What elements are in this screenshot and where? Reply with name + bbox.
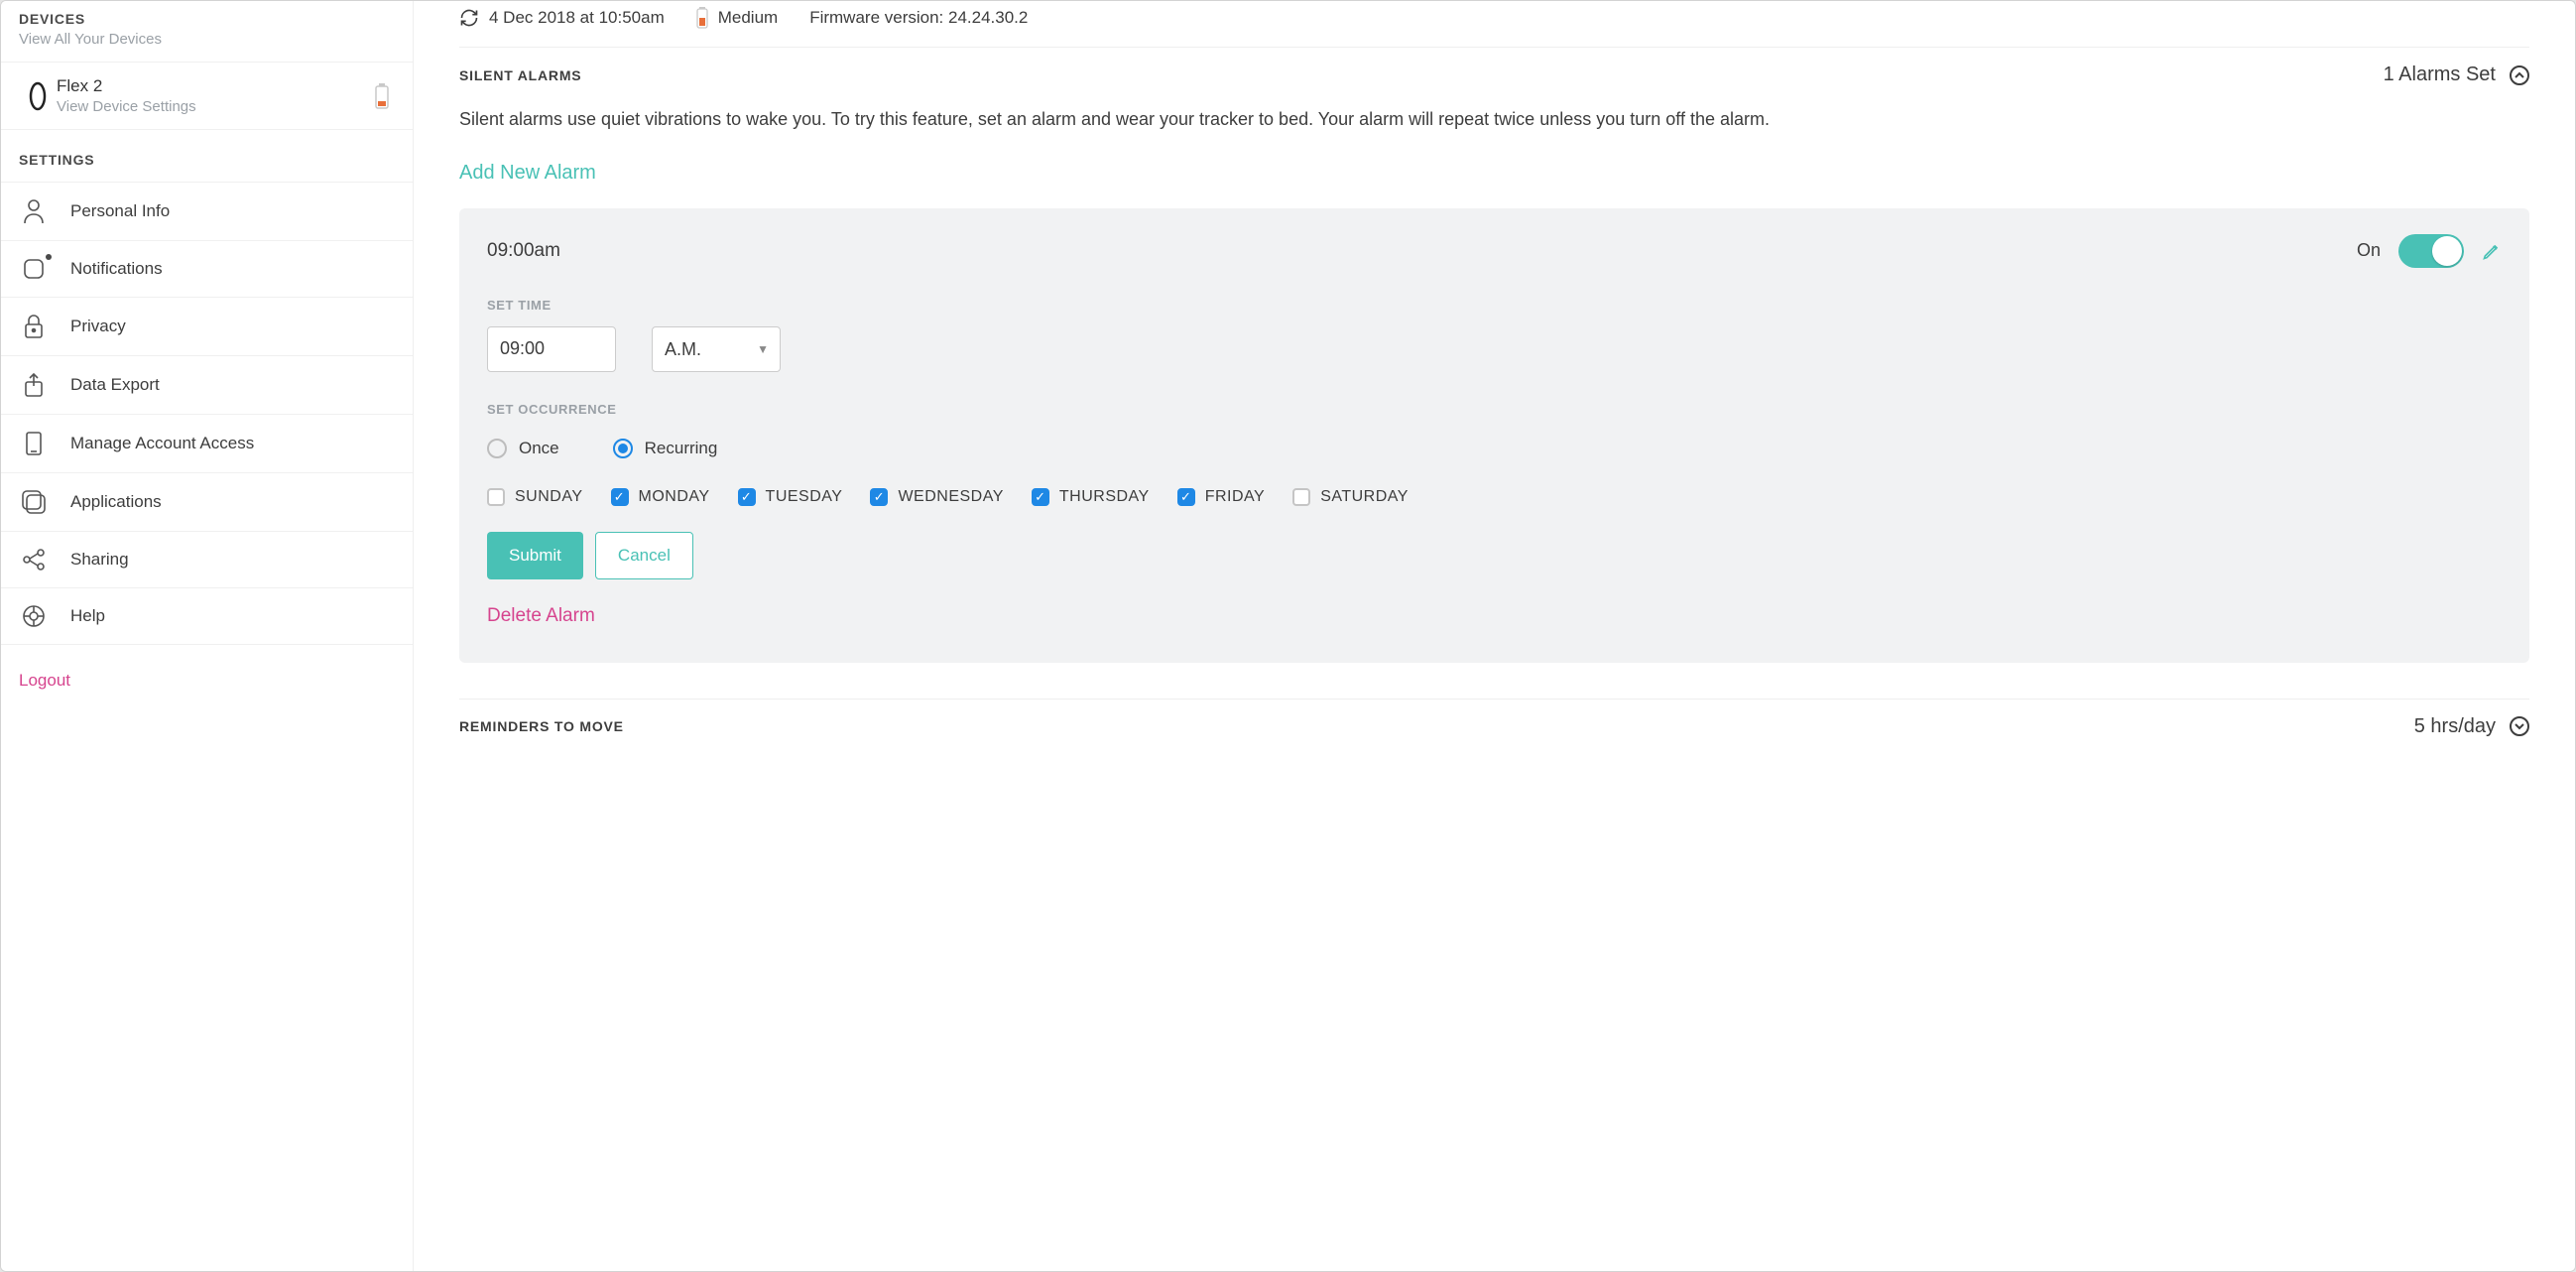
silent-alarms-header: SILENT ALARMS 1 Alarms Set xyxy=(459,47,2529,86)
sidebar-item-label: Sharing xyxy=(70,550,129,570)
device-row-flex2[interactable]: Flex 2 View Device Settings xyxy=(1,62,413,130)
firmware-version: Firmware version: 24.24.30.2 xyxy=(809,8,1028,28)
alarms-count: 1 Alarms Set xyxy=(2384,64,2496,86)
day-sunday[interactable]: SUNDAY xyxy=(487,488,583,506)
days-row: SUNDAY ✓ MONDAY ✓ TUESDAY ✓ WEDNESDAY ✓ … xyxy=(487,488,2502,506)
settings-list: Personal Info Notifications Privacy xyxy=(1,182,413,645)
phone-icon xyxy=(19,431,49,456)
firmware-text: Firmware version: 24.24.30.2 xyxy=(809,8,1028,28)
devices-title: DEVICES xyxy=(19,11,395,27)
main-content: 4 Dec 2018 at 10:50am Medium Firmware ve… xyxy=(414,1,2575,1271)
day-label: MONDAY xyxy=(639,488,710,506)
checkbox-checked-icon: ✓ xyxy=(611,488,629,506)
applications-icon xyxy=(19,489,49,515)
checkbox-checked-icon: ✓ xyxy=(1177,488,1195,506)
notifications-icon xyxy=(19,257,49,281)
day-label: SUNDAY xyxy=(515,488,583,506)
sidebar-item-privacy[interactable]: Privacy xyxy=(1,297,413,355)
sync-status-row: 4 Dec 2018 at 10:50am Medium Firmware ve… xyxy=(459,1,2529,47)
radio-checked-icon xyxy=(613,439,633,458)
collapse-toggle[interactable] xyxy=(2510,65,2529,85)
tracker-icon xyxy=(19,81,57,111)
sidebar-item-manage-account-access[interactable]: Manage Account Access xyxy=(1,414,413,472)
sidebar-item-label: Help xyxy=(70,606,105,626)
logout-link[interactable]: Logout xyxy=(1,645,413,716)
day-saturday[interactable]: SATURDAY xyxy=(1292,488,1409,506)
day-friday[interactable]: ✓ FRIDAY xyxy=(1177,488,1265,506)
day-monday[interactable]: ✓ MONDAY xyxy=(611,488,710,506)
edit-alarm-icon[interactable] xyxy=(2482,241,2502,261)
devices-header: DEVICES View All Your Devices xyxy=(1,1,413,62)
help-icon xyxy=(19,604,49,628)
sidebar-item-label: Notifications xyxy=(70,259,163,279)
day-label: THURSDAY xyxy=(1059,488,1150,506)
day-wednesday[interactable]: ✓ WEDNESDAY xyxy=(870,488,1003,506)
alarm-time-display: 09:00am xyxy=(487,240,560,262)
checkbox-checked-icon: ✓ xyxy=(870,488,888,506)
set-occurrence-label: SET OCCURRENCE xyxy=(487,402,2502,417)
sync-icon xyxy=(459,8,479,28)
checkbox-unchecked-icon xyxy=(487,488,505,506)
share-icon xyxy=(19,548,49,572)
sidebar-item-label: Applications xyxy=(70,492,162,512)
alarm-toggle[interactable] xyxy=(2398,234,2464,268)
occurrence-recurring-label: Recurring xyxy=(645,439,718,458)
day-label: FRIDAY xyxy=(1205,488,1265,506)
checkbox-checked-icon: ✓ xyxy=(1032,488,1049,506)
settings-header: SETTINGS xyxy=(1,130,413,182)
sidebar-item-help[interactable]: Help xyxy=(1,587,413,645)
checkbox-checked-icon: ✓ xyxy=(738,488,756,506)
day-thursday[interactable]: ✓ THURSDAY xyxy=(1032,488,1150,506)
expand-toggle[interactable] xyxy=(2510,716,2529,736)
person-icon xyxy=(19,198,49,224)
silent-alarms-title: SILENT ALARMS xyxy=(459,67,581,83)
alarm-time-input[interactable] xyxy=(487,326,616,372)
silent-alarms-description: Silent alarms use quiet vibrations to wa… xyxy=(459,106,2529,134)
sidebar-item-label: Data Export xyxy=(70,375,160,395)
sidebar: DEVICES View All Your Devices Flex 2 Vie… xyxy=(1,1,414,1271)
day-label: SATURDAY xyxy=(1320,488,1409,506)
occurrence-once-label: Once xyxy=(519,439,559,458)
device-name: Flex 2 xyxy=(57,76,375,96)
reminders-title: REMINDERS TO MOVE xyxy=(459,718,624,734)
occurrence-once-radio[interactable]: Once xyxy=(487,439,559,458)
alarm-editor-card: 09:00am On SET TIME A.M. ▼ xyxy=(459,208,2529,663)
checkbox-unchecked-icon xyxy=(1292,488,1310,506)
sidebar-item-applications[interactable]: Applications xyxy=(1,472,413,531)
app-wrapper: DEVICES View All Your Devices Flex 2 Vie… xyxy=(0,0,2576,1272)
sidebar-item-label: Privacy xyxy=(70,317,126,336)
alarm-ampm-select[interactable]: A.M. xyxy=(652,326,781,372)
delete-alarm-link[interactable]: Delete Alarm xyxy=(487,605,595,627)
add-new-alarm-link[interactable]: Add New Alarm xyxy=(459,162,596,185)
alarm-state-label: On xyxy=(2357,240,2381,261)
lock-icon xyxy=(19,314,49,339)
sidebar-item-sharing[interactable]: Sharing xyxy=(1,531,413,587)
device-subtitle: View Device Settings xyxy=(57,98,375,115)
sidebar-item-label: Personal Info xyxy=(70,201,170,221)
battery-level-text: Medium xyxy=(718,8,778,28)
battery-status: Medium xyxy=(696,7,778,29)
devices-subtitle[interactable]: View All Your Devices xyxy=(19,31,395,48)
last-sync-text: 4 Dec 2018 at 10:50am xyxy=(489,8,665,28)
last-sync: 4 Dec 2018 at 10:50am xyxy=(459,8,665,28)
reminders-to-move-header: REMINDERS TO MOVE 5 hrs/day xyxy=(459,699,2529,738)
day-tuesday[interactable]: ✓ TUESDAY xyxy=(738,488,843,506)
sidebar-item-label: Manage Account Access xyxy=(70,434,254,453)
day-label: TUESDAY xyxy=(766,488,843,506)
sidebar-item-data-export[interactable]: Data Export xyxy=(1,355,413,414)
sidebar-item-notifications[interactable]: Notifications xyxy=(1,240,413,297)
battery-medium-icon xyxy=(696,7,708,29)
set-time-label: SET TIME xyxy=(487,298,2502,313)
occurrence-recurring-radio[interactable]: Recurring xyxy=(613,439,718,458)
export-icon xyxy=(19,372,49,398)
radio-unchecked-icon xyxy=(487,439,507,458)
battery-low-icon xyxy=(375,83,395,109)
sidebar-item-personal-info[interactable]: Personal Info xyxy=(1,182,413,240)
submit-button[interactable]: Submit xyxy=(487,532,583,579)
reminders-value: 5 hrs/day xyxy=(2414,715,2496,738)
cancel-button[interactable]: Cancel xyxy=(595,532,693,579)
day-label: WEDNESDAY xyxy=(898,488,1003,506)
